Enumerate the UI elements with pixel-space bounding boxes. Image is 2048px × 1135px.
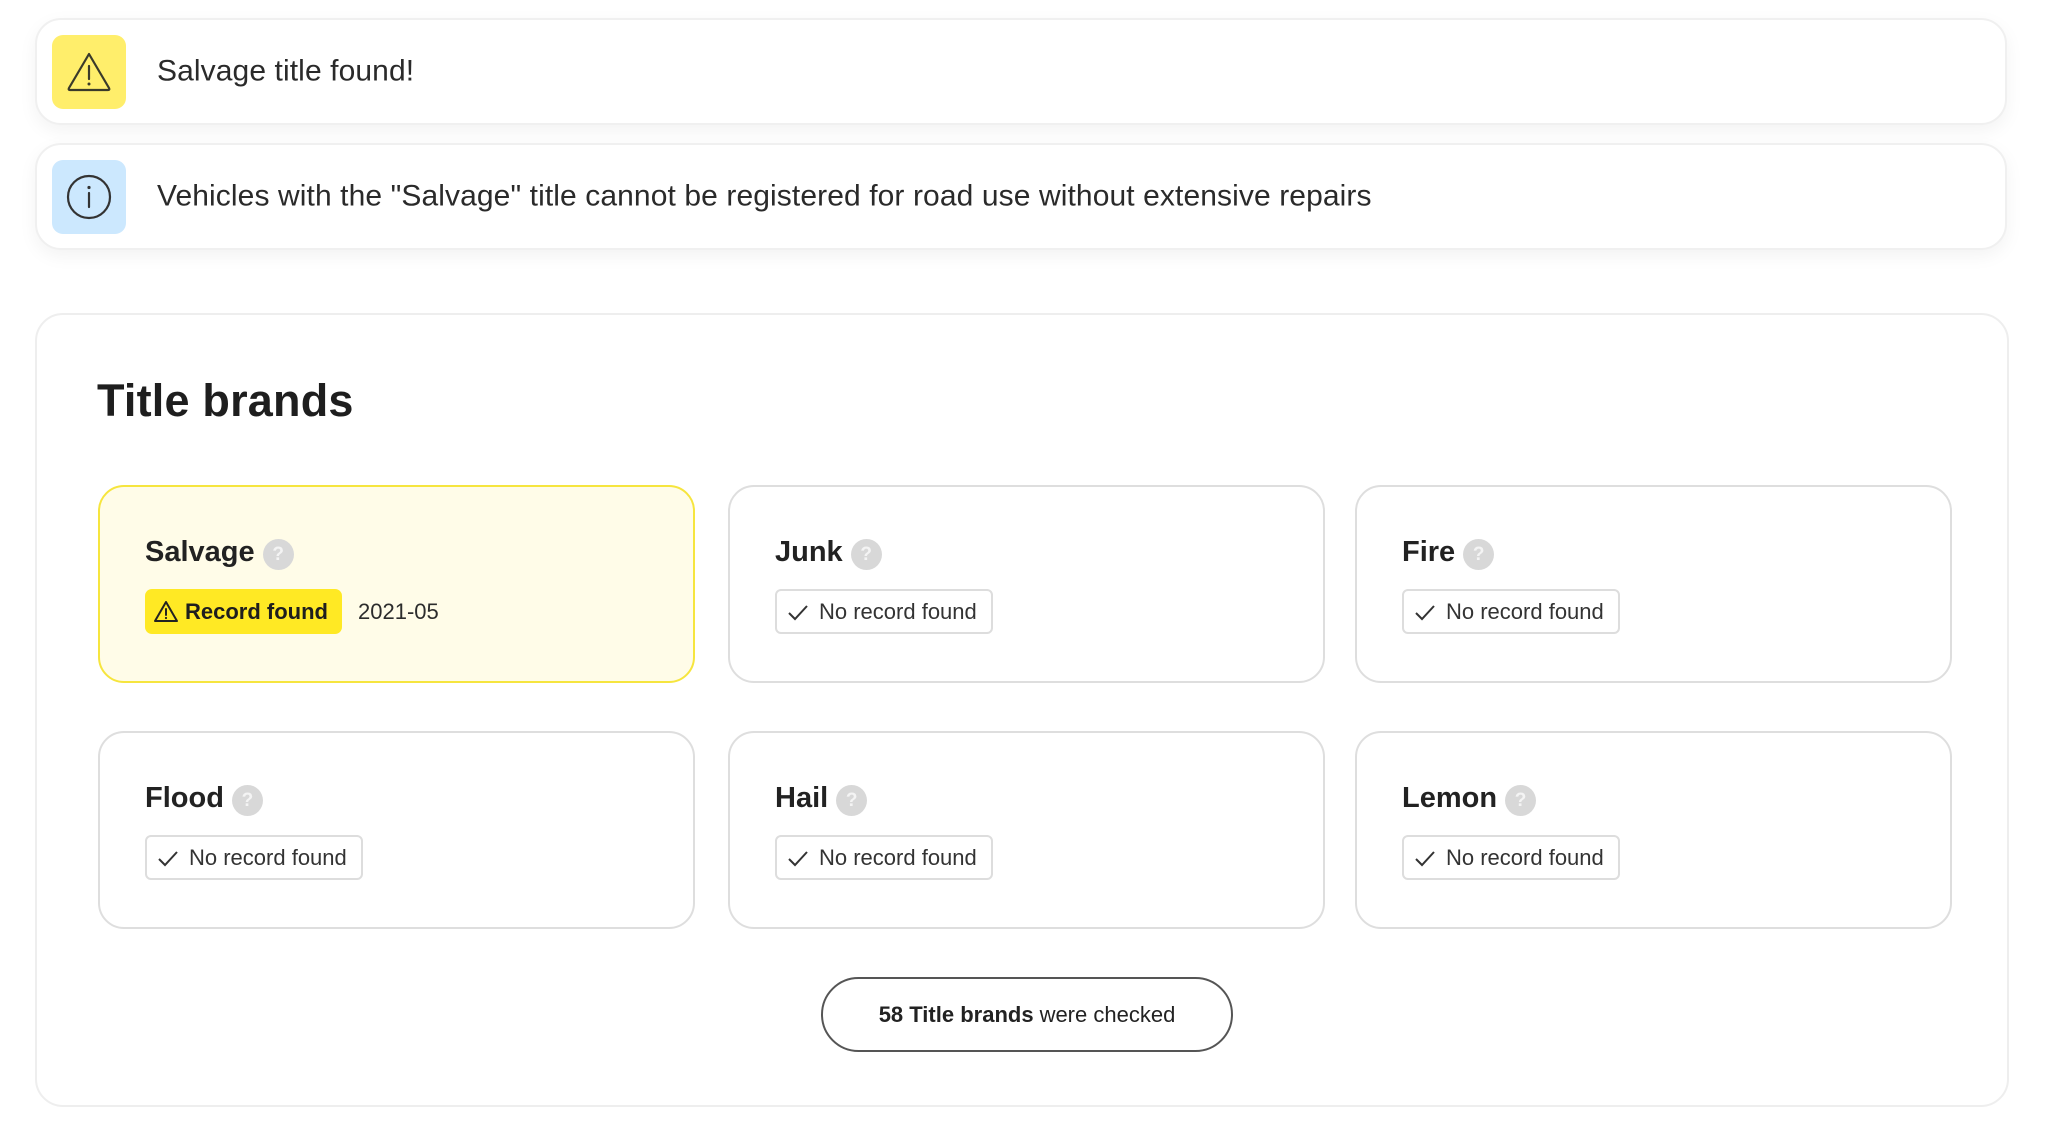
title-brands-section: Title brands Salvage ? Record found 2021… (35, 313, 2009, 1107)
brand-name: Hail (775, 782, 829, 814)
brand-card-fire: Fire ? No record found (1355, 485, 1952, 683)
brands-checked-count: 58 Title brands (878, 1001, 1034, 1027)
brand-name: Lemon (1402, 782, 1498, 814)
no-record-badge: No record found (775, 835, 993, 880)
brand-name: Salvage (145, 536, 255, 568)
salvage-warning-alert: Salvage title found! (35, 18, 2007, 125)
warning-triangle-icon (154, 600, 178, 622)
checkmark-icon (158, 850, 178, 866)
no-record-badge: No record found (1402, 835, 1620, 880)
salvage-info-alert: Vehicles with the "Salvage" title cannot… (35, 143, 2007, 250)
alert-text: Vehicles with the "Salvage" title cannot… (157, 178, 1372, 212)
warning-triangle-icon (52, 35, 126, 109)
help-icon[interactable]: ? (1463, 539, 1495, 570)
no-record-badge: No record found (775, 589, 993, 634)
record-date: 2021-05 (358, 598, 439, 624)
checkmark-icon (788, 850, 808, 866)
brand-card-flood: Flood ? No record found (98, 731, 695, 929)
checkmark-icon (1415, 850, 1435, 866)
brand-name: Junk (775, 536, 843, 568)
brands-checked-text: were checked (1039, 1001, 1176, 1027)
brand-card-salvage: Salvage ? Record found 2021-05 (98, 485, 695, 683)
brands-checked-button[interactable]: 58 Title brands were checked (821, 977, 1233, 1052)
info-circle-icon (52, 160, 126, 234)
badge-label: No record found (1446, 844, 1604, 870)
badge-label: No record found (189, 844, 347, 870)
no-record-badge: No record found (145, 835, 363, 880)
checkmark-icon (1415, 604, 1435, 620)
help-icon[interactable]: ? (262, 539, 294, 570)
badge-label: Record found (185, 598, 328, 624)
record-found-badge: Record found (145, 589, 342, 634)
badge-label: No record found (819, 844, 977, 870)
brand-name: Fire (1402, 536, 1456, 568)
badge-label: No record found (1446, 598, 1604, 624)
brand-card-junk: Junk ? No record found (728, 485, 1325, 683)
no-record-badge: No record found (1402, 589, 1620, 634)
brand-card-lemon: Lemon ? No record found (1355, 731, 1952, 929)
help-icon[interactable]: ? (836, 785, 868, 816)
brand-name: Flood (145, 782, 224, 814)
badge-label: No record found (819, 598, 977, 624)
help-icon[interactable]: ? (850, 539, 882, 570)
help-icon[interactable]: ? (1505, 785, 1537, 816)
brand-card-hail: Hail ? No record found (728, 731, 1325, 929)
alert-text: Salvage title found! (157, 53, 415, 87)
checkmark-icon (788, 604, 808, 620)
section-title: Title brands (97, 375, 354, 426)
help-icon[interactable]: ? (231, 785, 263, 816)
